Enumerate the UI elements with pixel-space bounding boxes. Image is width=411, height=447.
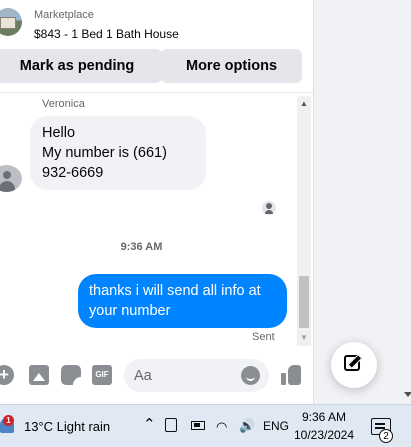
marketplace-label: Marketplace — [34, 9, 94, 21]
compose-icon — [344, 355, 360, 371]
message-placeholder: Aa — [134, 368, 152, 384]
system-date[interactable]: 10/23/2024 — [293, 428, 355, 442]
avatar-body — [0, 181, 15, 192]
weather-notification-badge: 1 — [3, 415, 14, 426]
delivery-status: Sent — [252, 331, 275, 343]
message-timestamp: 9:36 AM — [120, 241, 163, 253]
listing-thumbnail[interactable] — [0, 8, 22, 36]
message-input[interactable]: Aa — [124, 359, 269, 392]
avatar-head — [3, 171, 11, 179]
message-composer: + GIF Aa — [0, 350, 313, 404]
outgoing-message[interactable]: thanks i will send all info at your numb… — [78, 274, 287, 328]
more-options-button[interactable]: More options — [161, 49, 302, 83]
listing-title[interactable]: $843 - 1 Bed 1 Bath House — [34, 27, 179, 41]
photo-icon[interactable] — [29, 365, 49, 385]
plus-icon[interactable]: + — [0, 365, 14, 385]
input-language[interactable]: ENG — [263, 419, 289, 433]
seen-avatar-icon — [262, 201, 276, 215]
system-time[interactable]: 9:36 AM — [293, 410, 355, 424]
sticker-icon[interactable] — [61, 365, 81, 385]
gif-icon[interactable]: GIF — [92, 365, 112, 385]
mark-as-pending-button[interactable]: Mark as pending — [0, 49, 162, 83]
page-scroll-down-icon[interactable] — [404, 392, 411, 397]
notifications-count: 2 — [379, 429, 393, 443]
wifi-icon[interactable]: ◠ — [216, 419, 227, 435]
hidden-icons-chevron-icon[interactable]: ⌃ — [143, 415, 156, 433]
battery-icon[interactable] — [191, 421, 205, 430]
new-message-button[interactable] — [331, 342, 377, 388]
sender-avatar[interactable] — [0, 165, 22, 192]
volume-icon[interactable]: 🔊 — [239, 418, 255, 434]
conversation-header: Marketplace $843 - 1 Bed 1 Bath House Ma… — [0, 0, 313, 93]
scroll-up-icon[interactable]: ▲ — [297, 98, 311, 110]
scroll-down-icon[interactable]: ▼ — [297, 332, 311, 344]
windows-taskbar: 1 13°C Light rain ⌃ ◠ 🔊 ENG 9:36 AM 10/2… — [0, 404, 411, 447]
scrollbar-thumb[interactable] — [299, 276, 309, 328]
weather-status[interactable]: 13°C Light rain — [24, 419, 110, 434]
emoji-icon[interactable] — [241, 366, 260, 385]
message-scrollbar[interactable]: ▲ ▼ — [297, 96, 311, 346]
sender-name: Veronica — [42, 98, 85, 110]
chat-panel: Marketplace $843 - 1 Bed 1 Bath House Ma… — [0, 0, 314, 404]
house-icon — [0, 17, 16, 29]
meet-icon[interactable] — [165, 418, 177, 432]
thumbs-up-icon[interactable] — [281, 364, 302, 386]
incoming-message[interactable]: Hello My number is (661) 932-6669 — [30, 116, 206, 190]
